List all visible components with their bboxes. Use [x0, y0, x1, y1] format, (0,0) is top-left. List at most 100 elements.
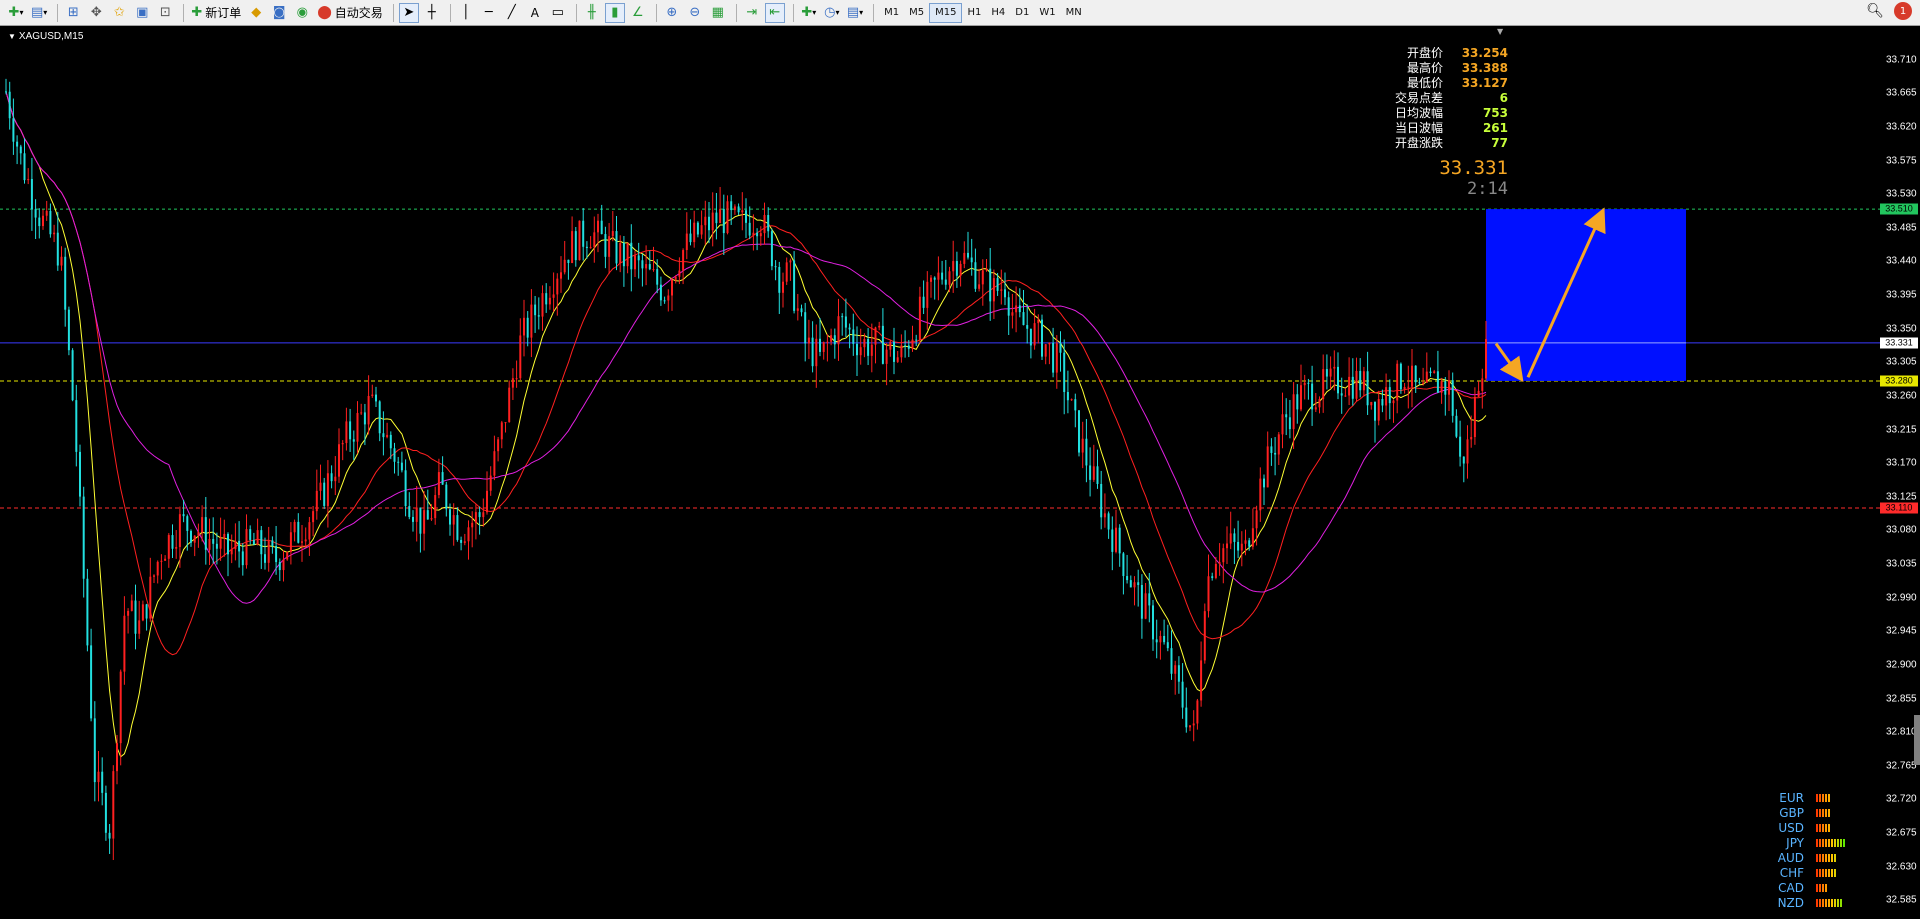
candle-body	[626, 242, 629, 267]
chart-shift-button[interactable]: ⇤	[764, 2, 785, 23]
axis-scroll-handle[interactable]	[1914, 715, 1920, 765]
candle-body	[685, 233, 688, 251]
candle-body	[1303, 382, 1306, 386]
trendline-button[interactable]: ╱	[502, 3, 522, 23]
strategy-tester-button[interactable]: ⊡	[155, 3, 175, 23]
auto-trading-button[interactable]: ⬤ 自动交易	[315, 3, 385, 23]
price-chart[interactable]	[0, 26, 1880, 919]
strength-segment	[1822, 793, 1824, 802]
candle-body	[796, 308, 799, 311]
timeframe-m5[interactable]: M5	[904, 4, 929, 22]
candle-body	[634, 255, 636, 270]
navigator-button[interactable]: ✩	[109, 3, 129, 23]
profiles-button[interactable]: ▤ ▾	[29, 3, 49, 23]
candle-body	[437, 472, 440, 496]
candle-body	[918, 296, 921, 340]
candle-body	[241, 551, 244, 566]
timeframe-w1[interactable]: W1	[1034, 4, 1060, 22]
crosshair-icon: ┼	[427, 5, 436, 20]
candle-body	[1174, 665, 1177, 674]
zoom-in-button[interactable]: ⊕	[662, 3, 682, 23]
market-watch-button[interactable]: ⊞	[63, 3, 83, 23]
candle-body	[552, 294, 555, 298]
candle-body	[848, 327, 851, 330]
line-chart-button[interactable]: ∠	[628, 3, 648, 23]
candlestick-button[interactable]: ▮	[604, 2, 625, 23]
candle-body	[793, 260, 796, 311]
new-chart-button[interactable]: ✚ ▾	[6, 3, 26, 23]
candle-body	[671, 279, 673, 296]
candle-body	[1348, 376, 1351, 396]
candle-body	[264, 554, 266, 563]
metaeditor-button[interactable]: ◆	[246, 3, 266, 23]
search-icon[interactable]: 🔍︎	[1866, 3, 1884, 19]
candle-body	[515, 378, 518, 380]
price-axis[interactable]: 33.710 33.665 33.620 33.575 33.530 33.485 33.4…	[1880, 26, 1920, 919]
candle-body	[341, 443, 344, 445]
candle-body	[819, 338, 821, 352]
bar-chart-button[interactable]: ╫	[582, 3, 602, 23]
candle-body	[637, 255, 640, 261]
auto-scroll-button[interactable]: ⇥	[742, 3, 762, 23]
candle-body	[497, 439, 500, 452]
strength-bar	[1816, 838, 1846, 847]
candle-body	[112, 771, 115, 839]
candle-body	[101, 771, 104, 793]
candle-body	[1107, 513, 1110, 530]
vertical-line-button[interactable]: │	[456, 3, 476, 23]
label-tool-button[interactable]: ▭	[548, 3, 568, 23]
zoom-out-button[interactable]: ⊖	[685, 3, 705, 23]
candle-body	[1459, 436, 1462, 457]
new-order-button[interactable]: ✚ 新订单	[189, 3, 243, 23]
candle-body	[1140, 585, 1143, 619]
candle-body	[1066, 392, 1069, 401]
candle-body	[16, 141, 19, 147]
tile-windows-button[interactable]: ▦	[708, 3, 728, 23]
data-window-button[interactable]: ✥	[86, 3, 106, 23]
candle-body	[659, 284, 662, 301]
strength-segment	[1816, 883, 1818, 892]
candle-body	[1018, 305, 1021, 313]
toolbar-divider	[792, 3, 794, 22]
terminal-button[interactable]: ▣	[132, 3, 152, 23]
candle-body	[8, 91, 11, 119]
candle-body	[811, 337, 814, 367]
info-row: 交易点差 6	[1308, 91, 1508, 106]
candle-body	[1144, 593, 1147, 619]
horizontal-line-button[interactable]: ─	[479, 3, 499, 23]
strength-segment	[1828, 838, 1830, 847]
currency-name: NZD	[1777, 895, 1804, 910]
cursor-icon: ➤	[403, 5, 415, 20]
notification-badge[interactable]: 1	[1894, 2, 1912, 20]
strength-segment	[1816, 793, 1818, 802]
timeframe-d1[interactable]: D1	[1010, 4, 1034, 22]
candle-body	[5, 91, 7, 93]
timeframe-m1[interactable]: M1	[879, 4, 904, 22]
candle-body	[482, 512, 485, 518]
candle-body	[349, 421, 352, 440]
strength-segment	[1819, 883, 1821, 892]
signals-button[interactable]: ◙	[269, 3, 289, 23]
cursor-tool-button[interactable]: ➤	[398, 2, 419, 23]
periodicity-button[interactable]: ◷ ▾	[822, 3, 842, 23]
crosshair-tool-button[interactable]: ┼	[422, 3, 442, 23]
timeframe-h1[interactable]: H1	[962, 4, 986, 22]
templates-button[interactable]: ▤ ▾	[845, 3, 865, 23]
candle-body	[885, 349, 888, 364]
chart-shift-marker[interactable]: ▼	[1497, 27, 1503, 36]
timeframe-mn[interactable]: MN	[1061, 4, 1087, 22]
radio-button[interactable]: ◉	[292, 3, 312, 23]
price-tick: 32.810	[1886, 726, 1917, 738]
candle-body	[1026, 325, 1029, 329]
candle-body	[889, 341, 892, 350]
candle-body	[1011, 312, 1014, 316]
candle-body	[548, 297, 551, 305]
timeframe-h4[interactable]: H4	[986, 4, 1010, 22]
indicators-button[interactable]: ✚ ▾	[799, 3, 819, 23]
candle-body	[127, 610, 130, 616]
timeframe-m15[interactable]: M15	[929, 2, 963, 23]
candle-body	[119, 671, 122, 744]
text-tool-button[interactable]: A	[525, 3, 545, 23]
candle-body	[1340, 393, 1343, 396]
strength-segment	[1828, 853, 1830, 862]
